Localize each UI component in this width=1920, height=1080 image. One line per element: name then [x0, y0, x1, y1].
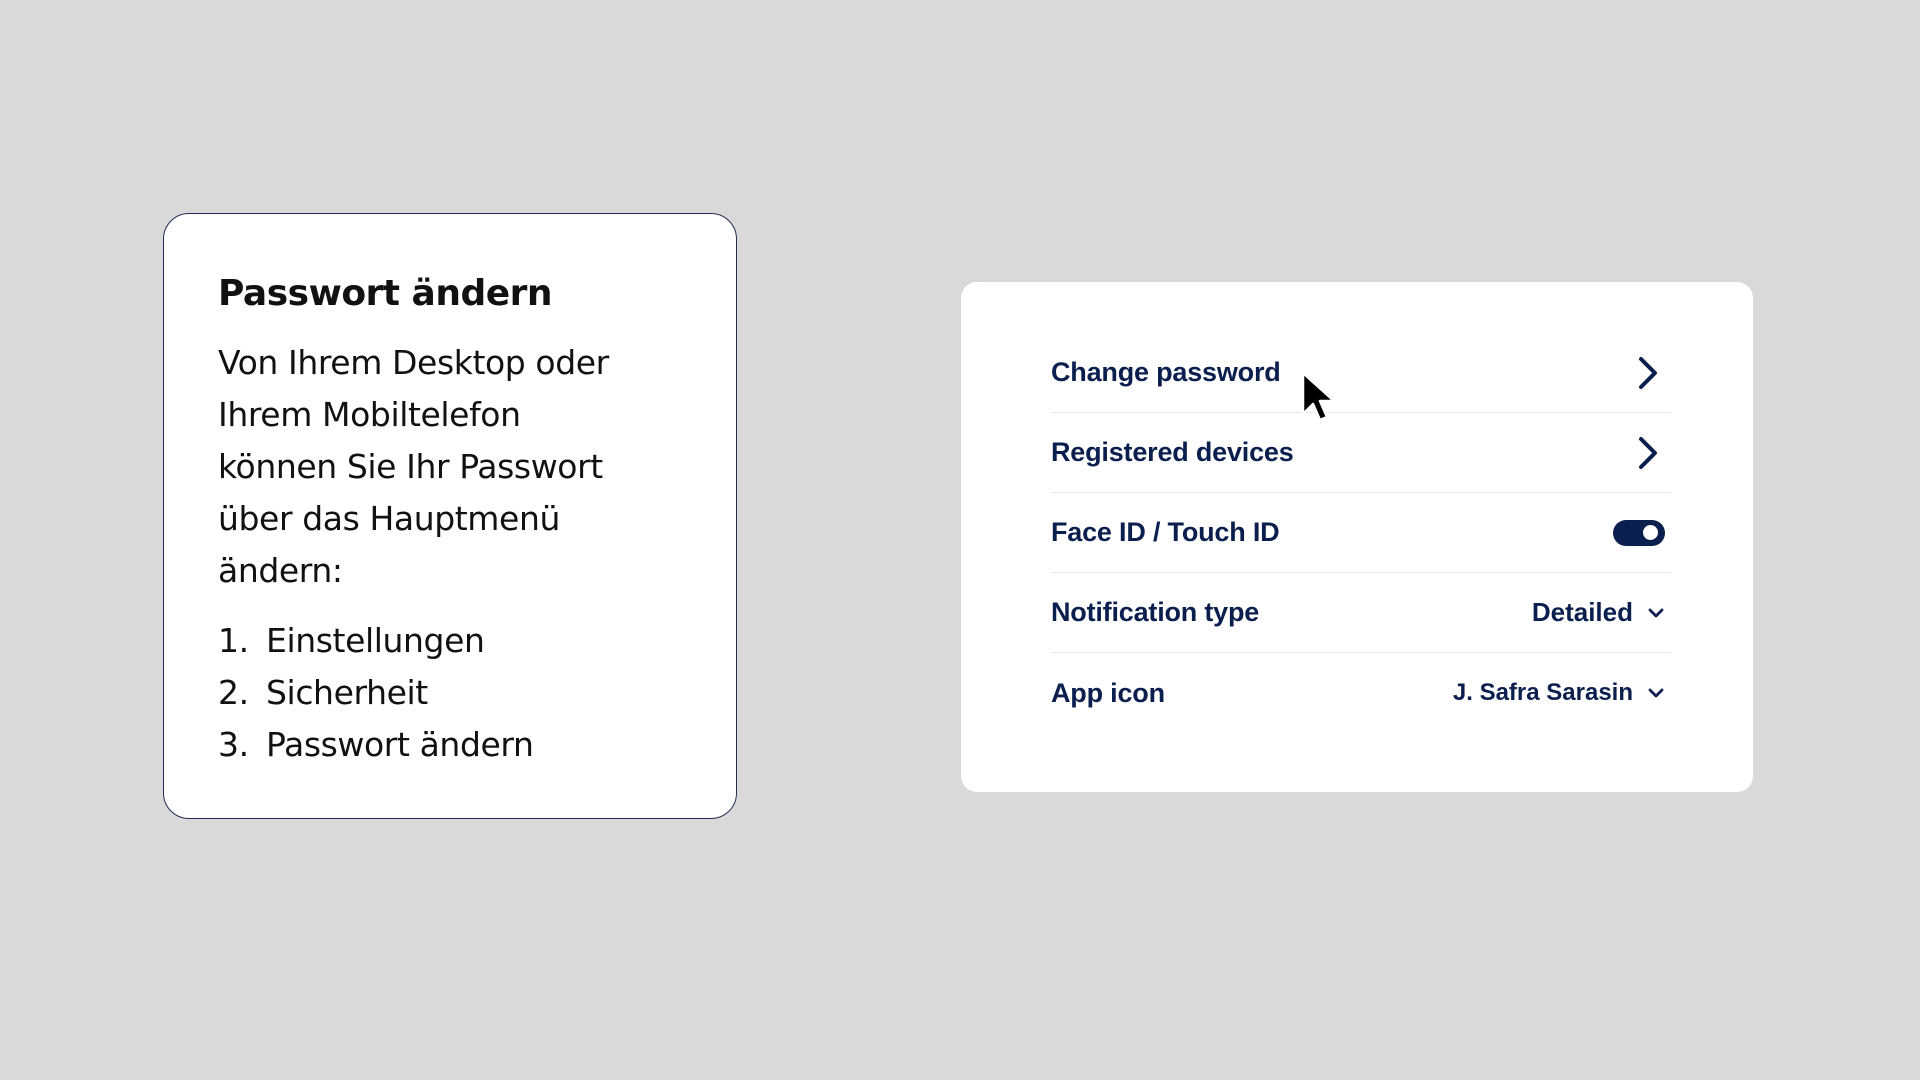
- select-value: Detailed: [1531, 597, 1633, 627]
- settings-row-label: Registered devices: [1051, 437, 1294, 467]
- settings-row-change-password[interactable]: Change password: [1051, 333, 1671, 413]
- settings-row-label: Notification type: [1051, 597, 1260, 627]
- settings-row-label: Face ID / Touch ID: [1051, 517, 1280, 547]
- settings-row-face-id: Face ID / Touch ID: [1051, 493, 1671, 573]
- mouse-pointer-icon: [1301, 371, 1336, 422]
- steps-list: 1. Einstellungen 2. Sicherheit 3. Passwo…: [218, 615, 682, 771]
- app-icon-select[interactable]: J. Safra Sarasin: [1453, 679, 1665, 707]
- step-number: 2.: [218, 673, 249, 713]
- step-label: Passwort ändern: [266, 725, 534, 765]
- info-card-body-line: ändern:: [218, 551, 343, 591]
- info-card-body-line: können Sie Ihr Passwort: [218, 447, 603, 487]
- notification-type-select[interactable]: Detailed: [1532, 597, 1665, 628]
- info-card-body-line: Von Ihrem Desktop oder: [218, 343, 609, 383]
- step-number: 3.: [218, 725, 249, 765]
- step-item: 1. Einstellungen: [218, 615, 682, 667]
- settings-row-notification-type: Notification type Detailed: [1051, 573, 1671, 653]
- step-label: Einstellungen: [266, 621, 485, 661]
- chevron-right-icon: [1639, 356, 1657, 389]
- chevron-right-icon: [1639, 436, 1657, 469]
- step-item: 2. Sicherheit: [218, 667, 682, 719]
- settings-row-label: Change password: [1051, 357, 1281, 387]
- face-id-toggle[interactable]: [1613, 519, 1665, 546]
- select-value: J. Safra Sarasin: [1452, 679, 1633, 706]
- step-number: 1.: [218, 621, 249, 661]
- toggle-knob: [1643, 525, 1658, 540]
- step-label: Sicherheit: [266, 673, 428, 713]
- info-card-title: Passwort ändern: [218, 273, 553, 314]
- settings-row-label: App icon: [1051, 677, 1165, 708]
- settings-row-app-icon: App icon J. Safra Sarasin: [1051, 653, 1671, 733]
- chevron-down-icon: [1648, 688, 1664, 698]
- info-card-body-line: über das Hauptmenü: [218, 499, 560, 539]
- step-item: 3. Passwort ändern: [218, 719, 682, 771]
- info-card-body-line: Ihrem Mobiltelefon: [218, 395, 521, 435]
- info-card-body: Von Ihrem Desktop oder Ihrem Mobiltelefo…: [218, 337, 682, 597]
- info-card: Passwort ändern Von Ihrem Desktop oder I…: [163, 213, 737, 819]
- settings-card: Change password Registered devices Face …: [961, 282, 1753, 792]
- chevron-down-icon: [1648, 608, 1664, 617]
- settings-row-registered-devices[interactable]: Registered devices: [1051, 413, 1671, 493]
